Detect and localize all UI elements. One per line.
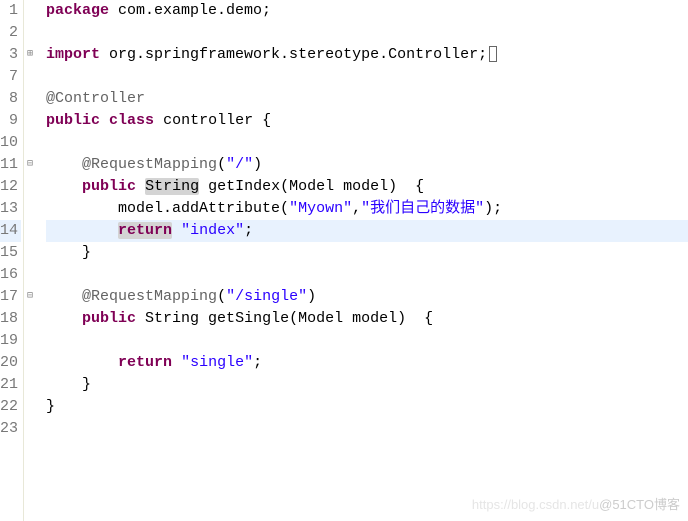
string-literal: "index" bbox=[181, 222, 244, 239]
code-line[interactable]: return "single"; bbox=[46, 352, 688, 374]
code-line[interactable]: public class controller { bbox=[46, 110, 688, 132]
code-line[interactable]: public String getIndex(Model model) { bbox=[46, 176, 688, 198]
keyword: public bbox=[82, 310, 136, 327]
code-line[interactable]: } bbox=[46, 242, 688, 264]
annotation: @RequestMapping bbox=[82, 156, 217, 173]
line-number: 12 bbox=[0, 176, 21, 198]
keyword: class bbox=[109, 112, 154, 129]
line-number: 9 bbox=[0, 110, 21, 132]
code-text: org.springframework.stereotype.Controlle… bbox=[100, 46, 487, 63]
code-text: ; bbox=[244, 222, 253, 239]
code-text: ; bbox=[253, 354, 262, 371]
code-line[interactable]: import org.springframework.stereotype.Co… bbox=[46, 44, 688, 66]
line-number: 19 bbox=[0, 330, 21, 352]
code-line[interactable] bbox=[46, 330, 688, 352]
code-text bbox=[172, 222, 181, 239]
line-number: 20 bbox=[0, 352, 21, 374]
code-text bbox=[172, 354, 181, 371]
annotation: @RequestMapping bbox=[82, 288, 217, 305]
code-line[interactable] bbox=[46, 418, 688, 440]
code-text: ( bbox=[217, 288, 226, 305]
line-number: 21 bbox=[0, 374, 21, 396]
line-number: 10 bbox=[0, 132, 21, 154]
collapse-fold-icon[interactable]: ⊟ bbox=[25, 292, 35, 302]
line-number: 18 bbox=[0, 308, 21, 330]
code-text: , bbox=[352, 200, 361, 217]
line-number: 3 bbox=[0, 44, 21, 66]
string-literal: "/" bbox=[226, 156, 253, 173]
code-line[interactable]: @Controller bbox=[46, 88, 688, 110]
line-number: 1 bbox=[0, 0, 21, 22]
code-line[interactable]: public String getSingle(Model model) { bbox=[46, 308, 688, 330]
code-line[interactable]: } bbox=[46, 374, 688, 396]
keyword: return bbox=[118, 222, 172, 239]
code-text: controller { bbox=[154, 112, 271, 129]
fold-marker-column: ⊞ ⊟ ⊟ bbox=[24, 0, 38, 521]
line-number: 13 bbox=[0, 198, 21, 220]
code-text: ) bbox=[307, 288, 316, 305]
code-text: } bbox=[46, 398, 55, 415]
code-line[interactable]: package com.example.demo; bbox=[46, 0, 688, 22]
line-number: 22 bbox=[0, 396, 21, 418]
code-text: } bbox=[82, 244, 91, 261]
keyword: return bbox=[118, 354, 172, 371]
keyword: package bbox=[46, 2, 109, 19]
string-literal: "我们自己的数据" bbox=[361, 200, 484, 217]
keyword: public bbox=[82, 178, 136, 195]
code-line-current[interactable]: return "index"; bbox=[46, 220, 688, 242]
line-number-gutter: 1 2 3 7 8 9 10 11 12 13 14 15 16 17 18 1… bbox=[0, 0, 24, 521]
highlighted-word: String bbox=[145, 178, 199, 195]
string-literal: "single" bbox=[181, 354, 253, 371]
code-line[interactable] bbox=[46, 132, 688, 154]
line-number: 2 bbox=[0, 22, 21, 44]
code-text: com.example.demo; bbox=[109, 2, 271, 19]
collapsed-indicator-icon[interactable] bbox=[489, 46, 497, 62]
code-text: } bbox=[82, 376, 91, 393]
string-literal: "Myown" bbox=[289, 200, 352, 217]
code-line[interactable]: model.addAttribute("Myown","我们自己的数据"); bbox=[46, 198, 688, 220]
line-number: 14 bbox=[0, 220, 21, 242]
code-line[interactable] bbox=[46, 66, 688, 88]
expand-fold-icon[interactable]: ⊞ bbox=[25, 50, 35, 60]
code-text: ); bbox=[484, 200, 502, 217]
line-number: 8 bbox=[0, 88, 21, 110]
string-literal: "/single" bbox=[226, 288, 307, 305]
line-number: 23 bbox=[0, 418, 21, 440]
collapse-fold-icon[interactable]: ⊟ bbox=[25, 160, 35, 170]
code-text: ) bbox=[253, 156, 262, 173]
code-line[interactable]: } bbox=[46, 396, 688, 418]
code-line[interactable]: @RequestMapping("/single") bbox=[46, 286, 688, 308]
keyword: public bbox=[46, 112, 100, 129]
line-number: 16 bbox=[0, 264, 21, 286]
code-text: ( bbox=[217, 156, 226, 173]
code-line[interactable]: @RequestMapping("/") bbox=[46, 154, 688, 176]
code-editor[interactable]: 1 2 3 7 8 9 10 11 12 13 14 15 16 17 18 1… bbox=[0, 0, 688, 521]
line-number: 11 bbox=[0, 154, 21, 176]
line-number: 7 bbox=[0, 66, 21, 88]
code-line[interactable] bbox=[46, 22, 688, 44]
code-area[interactable]: package com.example.demo; import org.spr… bbox=[38, 0, 688, 521]
code-text: model.addAttribute( bbox=[118, 200, 289, 217]
code-text: getIndex(Model model) { bbox=[199, 178, 424, 195]
line-number: 15 bbox=[0, 242, 21, 264]
line-number: 17 bbox=[0, 286, 21, 308]
code-line[interactable] bbox=[46, 264, 688, 286]
keyword: import bbox=[46, 46, 100, 63]
code-text: String getSingle(Model model) { bbox=[136, 310, 433, 327]
annotation: @Controller bbox=[46, 90, 145, 107]
